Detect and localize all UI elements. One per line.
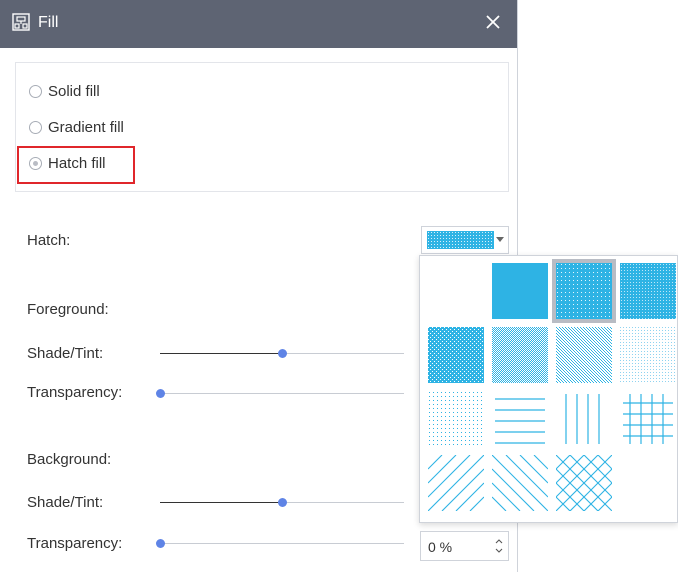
app-icon [12, 13, 30, 31]
bg-transparency-value[interactable]: 0 % [428, 539, 452, 555]
fg-transparency-knob[interactable] [156, 389, 165, 398]
hatch-label: Hatch: [27, 232, 71, 249]
bg-transparency-slider[interactable] [156, 539, 404, 548]
hatch-pattern-checker-fine[interactable] [492, 327, 548, 383]
foreground-heading: Foreground: [27, 301, 109, 318]
solid-fill-option[interactable]: Solid fill [29, 83, 100, 100]
spin-arrows-icon[interactable] [495, 537, 503, 555]
chevron-down-icon [496, 237, 504, 242]
fill-type-group: Solid fill Gradient fill Hatch fill [15, 62, 509, 192]
fg-transparency-label: Transparency: [27, 384, 123, 401]
fg-shade-knob[interactable] [278, 349, 287, 358]
fg-shade-label: Shade/Tint: [27, 345, 104, 362]
hatch-pattern-horizontal-lines[interactable] [492, 391, 548, 447]
background-heading: Background: [27, 451, 112, 468]
hatch-pattern-sparse-dots[interactable] [552, 259, 616, 323]
bg-shade-fill [160, 502, 282, 503]
hatch-pattern-diagonal-up[interactable] [428, 455, 484, 511]
gradient-fill-option[interactable]: Gradient fill [29, 119, 124, 136]
fg-shade-slider[interactable] [160, 349, 404, 358]
hatch-pattern-vertical-lines[interactable] [556, 391, 612, 447]
bg-shade-label: Shade/Tint: [27, 494, 104, 511]
title-bar: Fill [0, 0, 517, 48]
hatch-pattern-diagonal-cross[interactable] [556, 455, 612, 511]
gradient-fill-label: Gradient fill [48, 119, 124, 136]
bg-shade-knob[interactable] [278, 498, 287, 507]
hatch-fill-highlight [17, 146, 135, 184]
solid-fill-radio[interactable] [29, 85, 42, 98]
hatch-pattern-checker-medium[interactable] [556, 327, 612, 383]
hatch-pattern-solid[interactable] [492, 263, 548, 319]
bg-shade-slider[interactable] [160, 498, 404, 507]
fg-transparency-slider[interactable] [156, 389, 404, 398]
hatch-preview-swatch [427, 231, 494, 249]
hatch-pattern-dotted-grid[interactable] [428, 391, 484, 447]
hatch-pattern-diagonal-down[interactable] [492, 455, 548, 511]
hatch-pattern-none[interactable] [428, 263, 484, 319]
bg-transparency-label: Transparency: [27, 535, 123, 552]
gradient-fill-radio[interactable] [29, 121, 42, 134]
hatch-pattern-grid[interactable] [620, 391, 676, 447]
hatch-pattern-sparse-fine-dots[interactable] [620, 327, 676, 383]
close-icon[interactable] [482, 11, 504, 33]
hatch-dropdown[interactable] [421, 226, 509, 254]
bg-transparency-spinbox[interactable]: 0 % [420, 531, 509, 561]
fg-shade-fill [160, 353, 282, 354]
bg-transparency-knob[interactable] [156, 539, 165, 548]
hatch-pattern-dense-dots[interactable] [620, 263, 676, 319]
dialog-title: Fill [38, 14, 59, 31]
solid-fill-label: Solid fill [48, 83, 100, 100]
hatch-pattern-popup [419, 255, 678, 523]
hatch-pattern-crosshatch-dense[interactable] [428, 327, 484, 383]
